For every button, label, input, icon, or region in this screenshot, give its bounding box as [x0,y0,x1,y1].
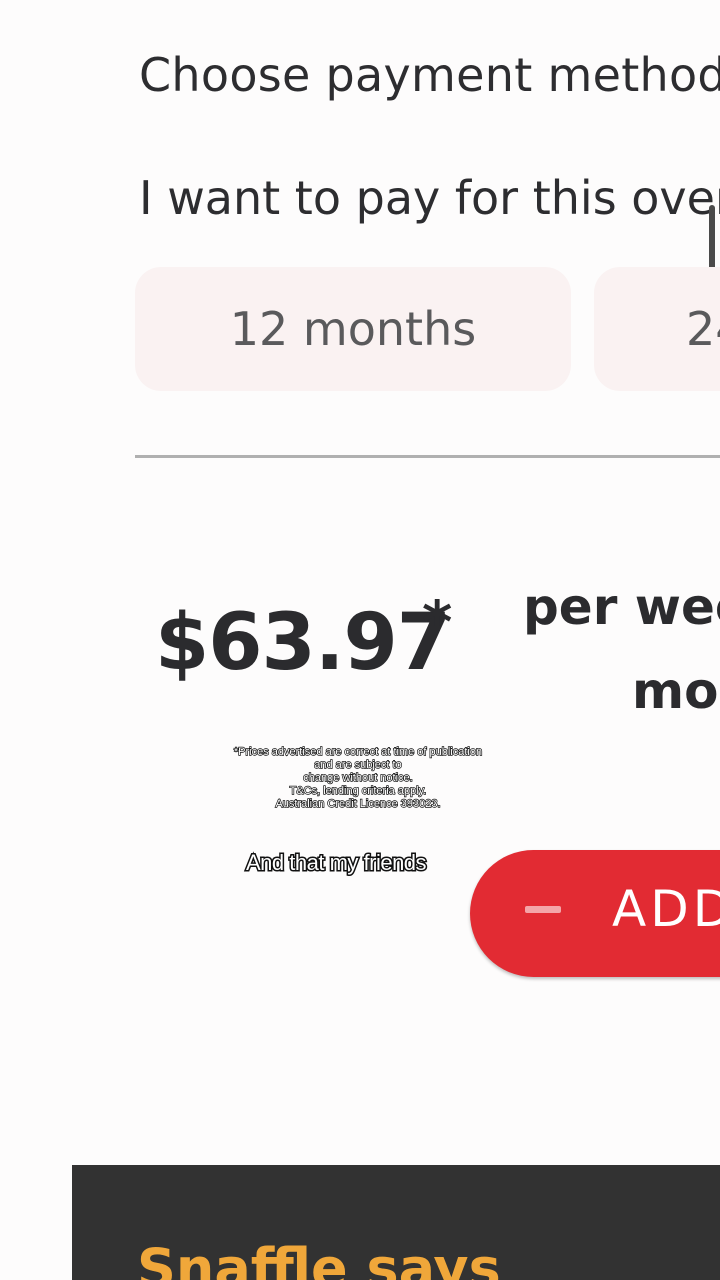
disclaimer-line: Australian Credit Licence 393023. [275,797,442,810]
term-option-label: 24 months [686,302,720,356]
price-asterisk: * [422,588,453,656]
payment-method-title: Choose payment method [139,48,720,102]
weekly-price: $63.97 [155,598,451,688]
term-option-24-months[interactable]: 24 months [594,267,720,391]
video-caption: And that my friends [244,849,428,877]
disclaimer-line: T&Cs, lending criteria apply. [289,784,427,797]
price-disclaimer: *Prices advertised are correct at time o… [188,745,528,811]
product-payment-page: Choose payment method I want to pay for … [0,0,720,1280]
snaffle-says-heading: Snaffle says [137,1237,501,1280]
term-prompt-label: I want to pay for this over [139,171,720,225]
snaffle-says-banner: Snaffle says [72,1165,720,1280]
add-button-label: ADD [612,880,720,938]
minus-icon[interactable] [525,906,561,913]
add-to-cart-button[interactable]: ADD [470,850,720,977]
price-period-line2: months [632,662,720,720]
disclaimer-line: *Prices advertised are correct at time o… [233,745,483,758]
disclaimer-line: change without notice. [303,771,414,784]
section-divider [135,455,720,458]
price-period-line1: per week [523,578,720,636]
disclaimer-line: and are subject to [314,758,403,771]
term-option-label: 12 months [229,302,477,356]
term-option-12-months[interactable]: 12 months [135,267,571,391]
